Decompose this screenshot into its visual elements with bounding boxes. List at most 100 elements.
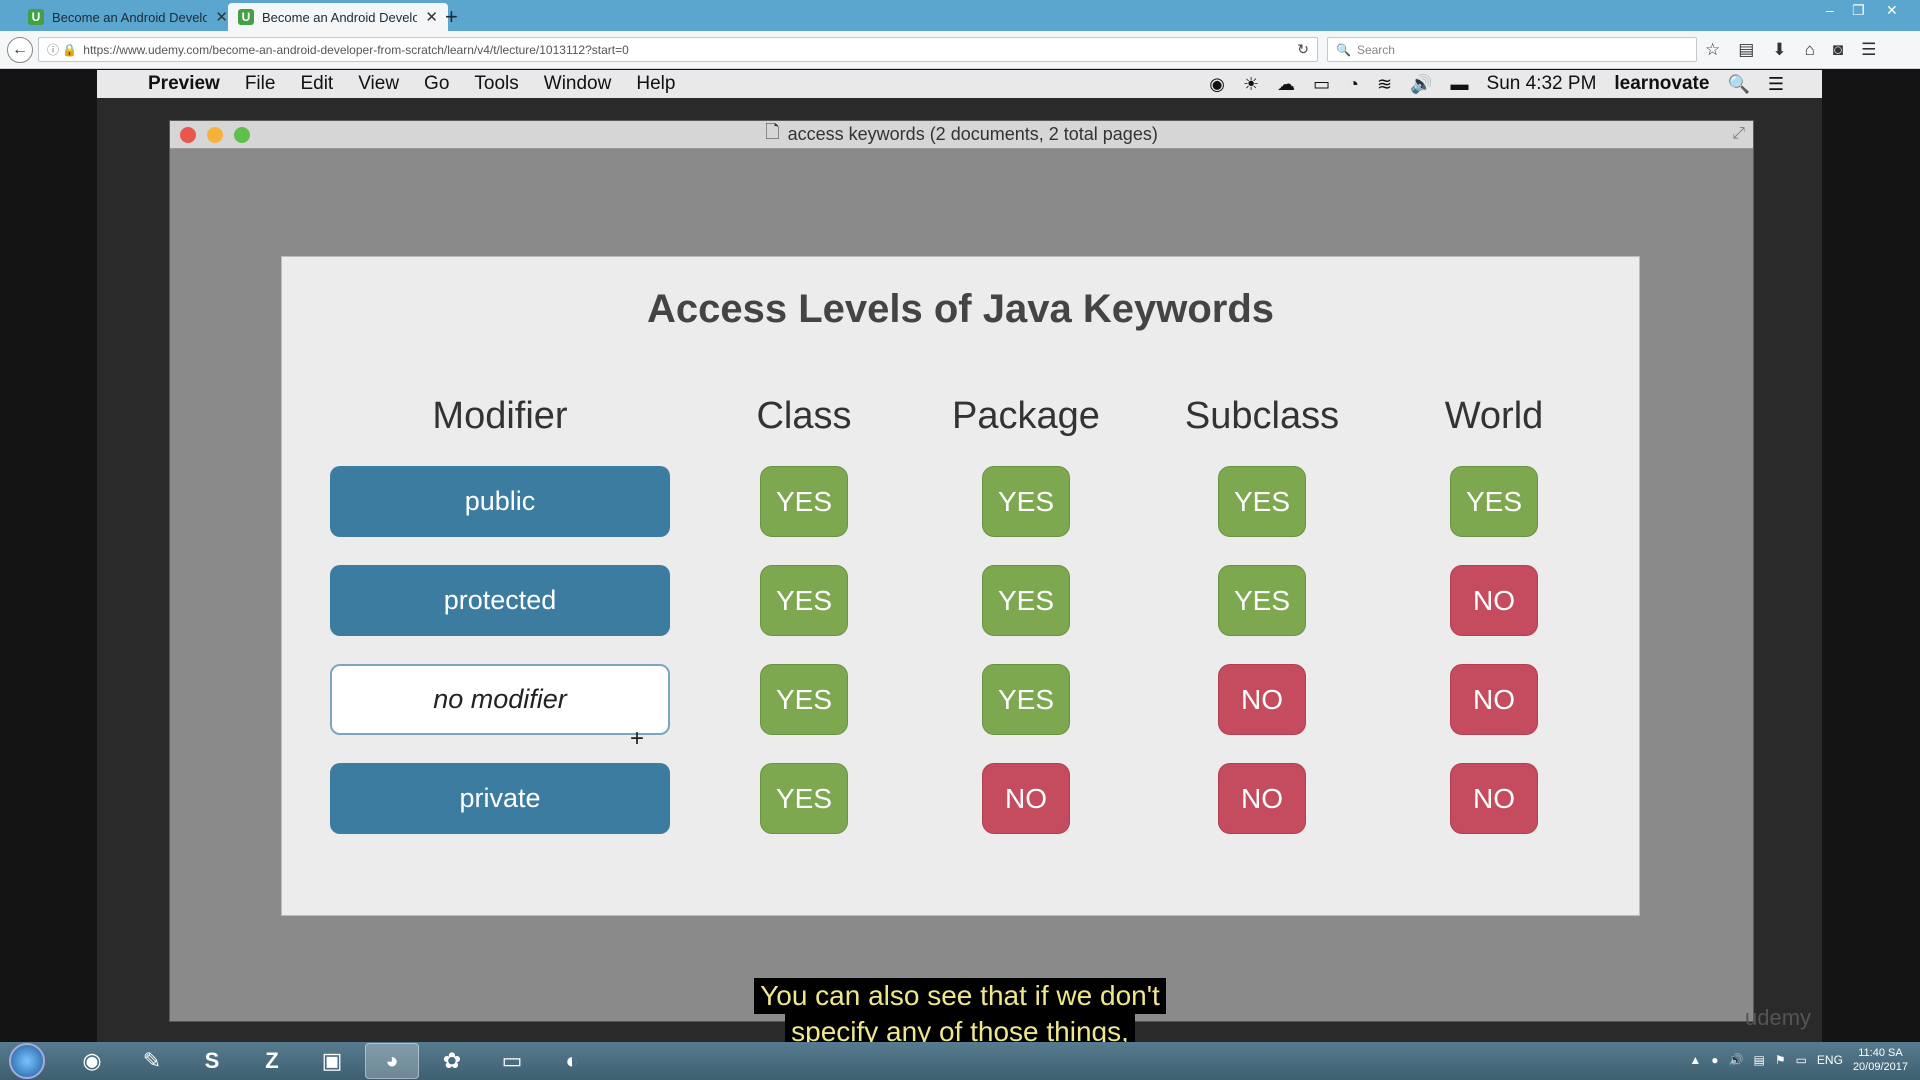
udemy-watermark: udemy [1745, 1005, 1812, 1030]
show-hidden-icons-icon[interactable]: ▲ [1689, 1053, 1701, 1067]
header-class: Class [756, 395, 852, 437]
menu-item-go: Go [424, 73, 450, 94]
mac-desktop: Preview File Edit View Go Tools Window H… [97, 70, 1822, 1042]
airplay-icon: ▭ [1313, 73, 1331, 94]
zoom-dot-icon [234, 127, 250, 143]
home-icon[interactable]: ⌂ [1805, 40, 1815, 60]
browser-tab-active[interactable]: U Become an Android Develop ✕ [228, 3, 448, 31]
paint-icon[interactable]: ✿ [425, 1043, 479, 1079]
network-tray-icon[interactable]: ▤ [1753, 1053, 1764, 1067]
cloud-icon: ☁ [1277, 73, 1296, 94]
mac-clock: Sun 4:32 PM [1486, 73, 1597, 94]
subtitle-caption: You can also see that if we don't specif… [0, 978, 1920, 1050]
back-button[interactable]: ← [7, 37, 33, 63]
outlook-icon[interactable]: ▣ [305, 1043, 359, 1079]
modifier-public: public [330, 466, 670, 537]
access-cell: YES [760, 565, 848, 636]
brightness-icon: ☀ [1243, 73, 1260, 94]
action-center-flag-icon[interactable]: ⚑ [1775, 1053, 1786, 1067]
header-package: Package [952, 395, 1100, 437]
search-placeholder: Search [1356, 42, 1395, 57]
skype-tray-icon[interactable]: ● [1711, 1053, 1718, 1067]
volume-tray-icon[interactable]: 🔊 [1729, 1053, 1744, 1067]
slide: Access Levels of Java Keywords Modifier … [281, 256, 1640, 916]
header-world: World [1444, 395, 1544, 437]
chrome-icon[interactable]: ◉ [65, 1043, 119, 1079]
mac-menu-bar: Preview File Edit View Go Tools Window H… [97, 70, 1822, 98]
header-modifier: Modifier [432, 395, 568, 437]
access-cell: NO [982, 763, 1070, 834]
restore-window-icon[interactable]: ❐ [1852, 2, 1865, 19]
file-explorer-icon[interactable]: ▭ [485, 1043, 539, 1079]
notepad-icon[interactable]: ✎ [125, 1043, 179, 1079]
toolbar-icons: ☆ ▤ ⬇ ⌂ ◙ ☰ [1705, 40, 1876, 60]
modifier-no-modifier: no modifier [330, 664, 670, 735]
slide-title: Access Levels of Java Keywords [646, 287, 1274, 331]
access-cell: YES [1450, 466, 1538, 537]
preview-window: 🗋 access keywords (2 documents, 2 total … [169, 120, 1754, 1022]
access-cell: YES [1218, 565, 1306, 636]
reload-icon[interactable]: ↻ [1297, 41, 1309, 58]
download-icon[interactable]: ⬇ [1772, 40, 1786, 60]
header-subclass: Subclass [1184, 395, 1340, 437]
url-bar[interactable]: ⓘ 🔒 https://www.udemy.com/become-an-andr… [38, 37, 1318, 62]
close-tab-icon[interactable]: ✕ [425, 8, 438, 26]
taskbar-date: 20/09/2017 [1852, 1061, 1908, 1073]
record-icon: ◉ [1209, 73, 1225, 94]
window-title: access keywords (2 documents, 2 total pa… [787, 124, 1158, 144]
minimize-window-icon[interactable]: – [1826, 2, 1834, 18]
pocket-icon[interactable]: ◙ [1833, 40, 1843, 60]
eclipse-icon[interactable]: ◐ [545, 1043, 599, 1079]
close-window-icon[interactable]: ✕ [1886, 2, 1898, 19]
input-language[interactable]: ENG [1817, 1053, 1843, 1067]
site-info-icon[interactable]: ⓘ 🔒 [47, 41, 77, 58]
access-cell: NO [1218, 664, 1306, 735]
fullscreen-icon: ⤢ [1732, 125, 1745, 142]
windows-taskbar: ◉ ✎ S Z ▣ ◕ ✿ ▭ ◐ ▲ ● 🔊 ▤ ⚑ ▭ ENG 11:40 … [0, 1042, 1920, 1080]
menu-item-view: View [358, 73, 400, 94]
menu-item-edit: Edit [300, 73, 334, 94]
spotlight-search-icon: 🔍 [1727, 73, 1750, 94]
display-tray-icon[interactable]: ▭ [1796, 1053, 1807, 1067]
browser-nav-bar: ← ⓘ 🔒 https://www.udemy.com/become-an-an… [0, 31, 1920, 69]
notification-list-icon: ☰ [1767, 73, 1784, 94]
tab-title: Become an Android Develop [52, 9, 208, 25]
document-icon: 🗋 [765, 121, 780, 142]
udemy-favicon-icon: U [28, 9, 44, 25]
udemy-favicon-icon: U [238, 9, 254, 25]
new-tab-button[interactable]: + [445, 4, 458, 30]
menu-icon[interactable]: ☰ [1861, 40, 1876, 60]
menu-item-file: File [244, 73, 276, 94]
skype-icon[interactable]: S [185, 1043, 239, 1079]
taskbar-time: 11:40 SA [1858, 1047, 1903, 1059]
reading-list-icon[interactable]: ▤ [1738, 40, 1754, 60]
mac-user-name: learnovate [1614, 73, 1710, 94]
wifi-icon: ≋ [1377, 73, 1393, 94]
access-cell: NO [1450, 763, 1538, 834]
browser-tab-bar: U Become an Android Develop ✕ U Become a… [0, 0, 1920, 31]
battery-icon: ▬ [1450, 73, 1469, 94]
start-button[interactable] [9, 1043, 45, 1079]
video-player[interactable]: Preview File Edit View Go Tools Window H… [0, 70, 1920, 1050]
search-icon: 🔍 [1336, 42, 1351, 57]
access-cell: YES [760, 466, 848, 537]
search-input[interactable]: 🔍 Search [1327, 37, 1697, 62]
modifier-protected: protected [330, 565, 670, 636]
access-cell: YES [760, 763, 848, 834]
bookmark-star-icon[interactable]: ☆ [1705, 40, 1720, 60]
modifier-private: private [330, 763, 670, 834]
access-cell: YES [982, 466, 1070, 537]
caption-line-1: You can also see that if we don't [754, 978, 1166, 1014]
close-dot-icon [180, 127, 196, 143]
close-tab-icon[interactable]: ✕ [215, 8, 228, 26]
time-machine-icon: ◔ [1348, 73, 1360, 94]
system-tray: ▲ ● 🔊 ▤ ⚑ ▭ ENG 11:40 SA 20/09/2017 [1689, 1046, 1908, 1074]
firefox-icon[interactable]: ◕ [365, 1043, 419, 1079]
zalo-icon[interactable]: Z [245, 1043, 299, 1079]
access-cell: YES [982, 664, 1070, 735]
crosshair-cursor-icon: + [630, 725, 645, 752]
access-cell: YES [982, 565, 1070, 636]
access-cell: YES [760, 664, 848, 735]
browser-tab[interactable]: U Become an Android Develop ✕ [18, 3, 238, 31]
taskbar-clock[interactable]: 11:40 SA 20/09/2017 [1853, 1046, 1908, 1074]
